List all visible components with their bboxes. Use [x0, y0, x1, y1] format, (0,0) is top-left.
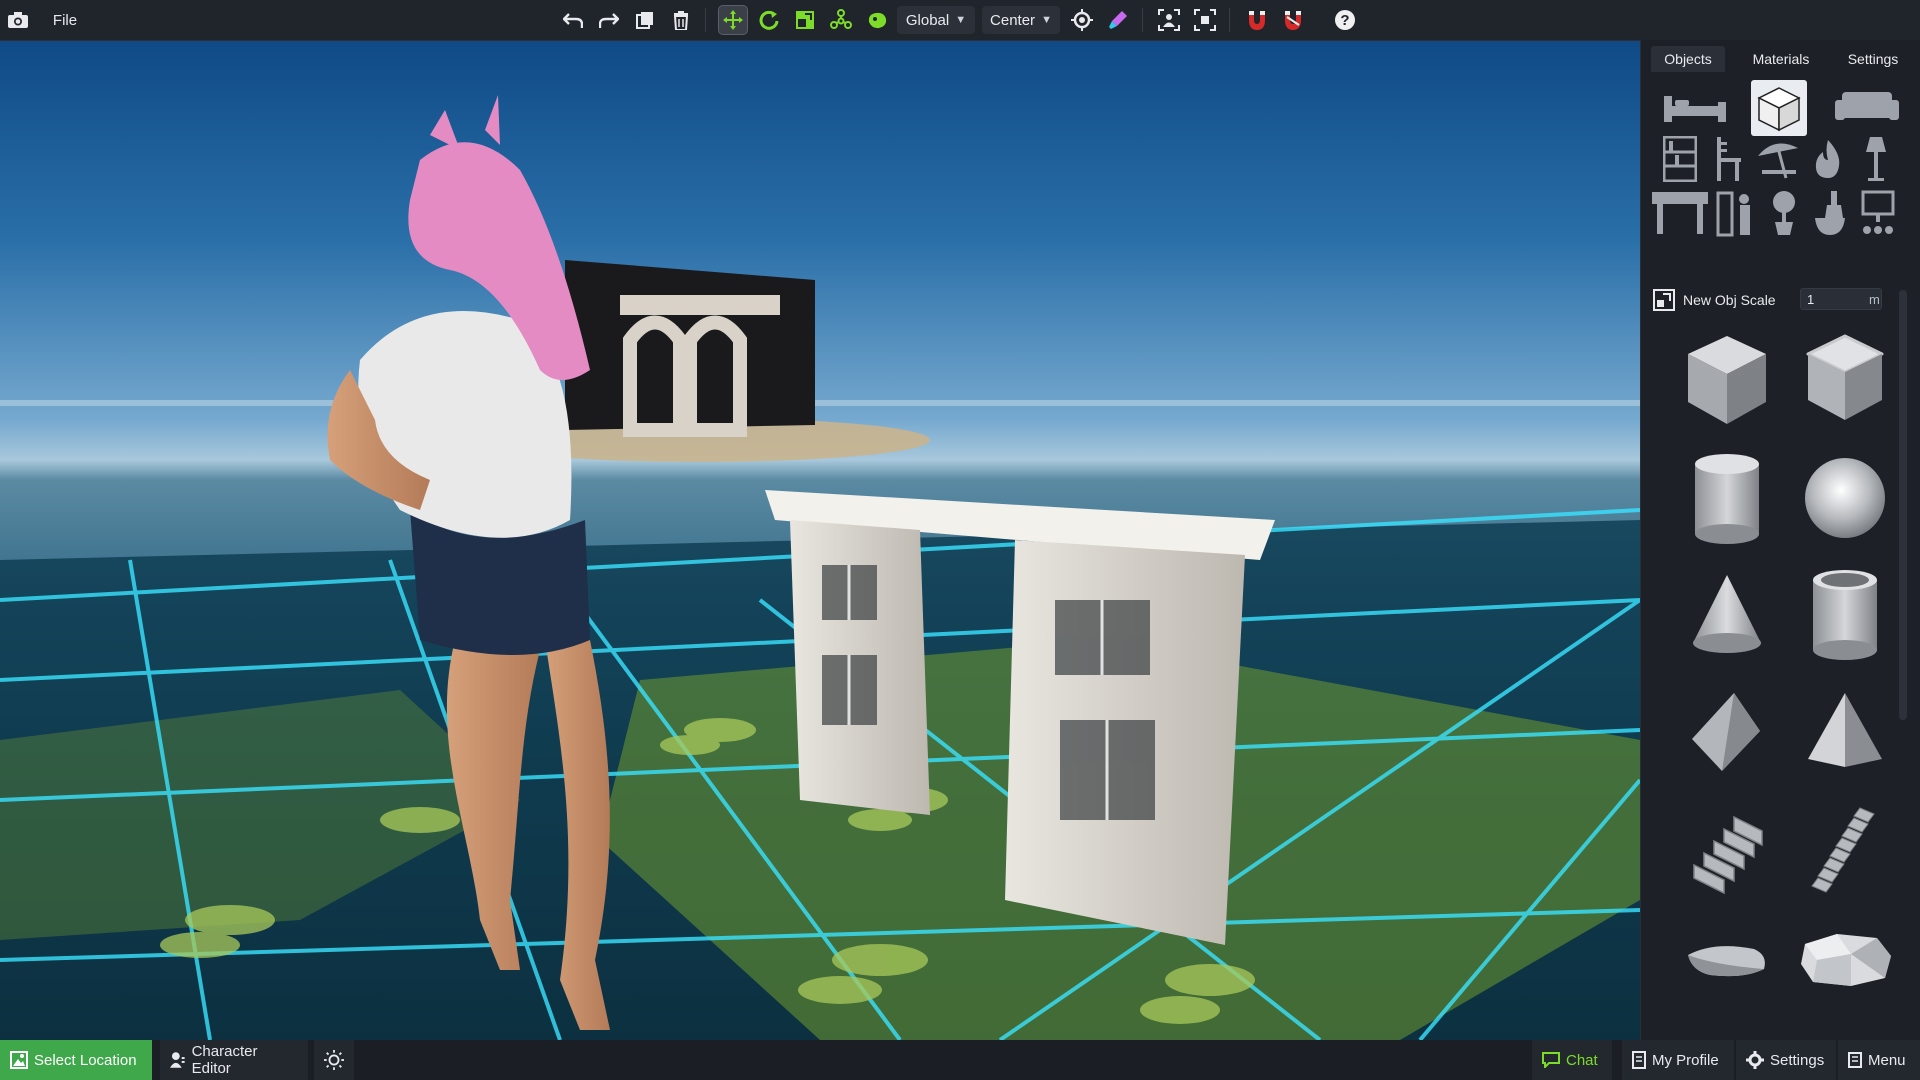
- shape-cube[interactable]: [1679, 332, 1775, 428]
- scale-icon: [1653, 289, 1675, 311]
- category-electronics-icon[interactable]: [1853, 190, 1903, 236]
- category-wardrobe-icon[interactable]: [1711, 190, 1761, 237]
- file-menu-label: File: [52, 11, 78, 29]
- pivot-mode-dropdown[interactable]: Center ▼: [982, 6, 1060, 34]
- undo-icon[interactable]: [559, 6, 587, 34]
- new-obj-scale-unit: m: [1869, 292, 1880, 307]
- space-mode-dropdown[interactable]: Global ▼: [897, 6, 975, 34]
- snap-icon[interactable]: [1068, 6, 1096, 34]
- shape-flat-stone[interactable]: [1679, 920, 1775, 1000]
- tab-objects[interactable]: Objects: [1651, 46, 1725, 72]
- panel-scrollbar[interactable]: [1899, 290, 1907, 720]
- shape-wedge[interactable]: [1679, 684, 1775, 780]
- top-toolbar: File Global ▼ Center ▼ ?: [0, 0, 1920, 41]
- shape-tube[interactable]: [1797, 566, 1893, 662]
- tab-settings-label: Settings: [1847, 51, 1899, 67]
- camera-icon[interactable]: [4, 6, 32, 34]
- my-profile-label: My Profile: [1652, 1051, 1719, 1069]
- chevron-down-icon: ▼: [1041, 14, 1052, 26]
- duplicate-icon[interactable]: [631, 6, 659, 34]
- shape-cylinder[interactable]: [1679, 450, 1775, 546]
- new-obj-scale-label: New Obj Scale: [1683, 292, 1776, 308]
- scene-render: [0, 95, 1640, 1040]
- pivot-mode-value: Center: [990, 11, 1036, 29]
- category-bed-icon[interactable]: [1659, 84, 1731, 130]
- category-table-icon[interactable]: [1651, 190, 1709, 236]
- my-profile-button[interactable]: My Profile: [1622, 1040, 1734, 1080]
- shape-pyramid[interactable]: [1797, 684, 1893, 780]
- category-chair-icon[interactable]: [1703, 136, 1753, 182]
- category-umbrella-icon[interactable]: [1753, 136, 1803, 182]
- category-lamp-icon[interactable]: [1851, 136, 1901, 182]
- 3d-viewport[interactable]: [0, 40, 1640, 1040]
- redo-icon[interactable]: [595, 6, 623, 34]
- character-editor-label: Character Editor: [191, 1043, 258, 1077]
- chat-button[interactable]: Chat: [1532, 1040, 1612, 1080]
- frame-icon[interactable]: [1191, 6, 1219, 34]
- category-sofa-icon[interactable]: [1831, 84, 1903, 130]
- lighting-toggle[interactable]: [314, 1040, 354, 1080]
- category-plant-icon[interactable]: [1759, 190, 1809, 236]
- delete-icon[interactable]: [667, 6, 695, 34]
- character-icon: [170, 1052, 185, 1068]
- help-icon[interactable]: ?: [1331, 6, 1359, 34]
- category-primitives-icon[interactable]: [1751, 80, 1807, 136]
- settings-button[interactable]: Settings: [1736, 1040, 1836, 1080]
- shape-sphere[interactable]: [1797, 450, 1893, 546]
- bottom-bar: Select Location Character Editor Chat My…: [0, 1040, 1920, 1080]
- rotate-icon[interactable]: [755, 6, 783, 34]
- chat-label: Chat: [1566, 1051, 1598, 1069]
- scale-icon[interactable]: [791, 6, 819, 34]
- menu-label: Menu: [1868, 1051, 1906, 1069]
- multi-select-icon[interactable]: [827, 6, 855, 34]
- category-kitchen-icon[interactable]: [1805, 190, 1855, 236]
- category-shelf-icon[interactable]: [1655, 136, 1705, 182]
- eyedropper-icon[interactable]: [1104, 6, 1132, 34]
- tab-materials[interactable]: Materials: [1741, 46, 1821, 72]
- shape-stairs[interactable]: [1679, 802, 1775, 898]
- space-mode-value: Global: [905, 11, 950, 29]
- category-fire-icon[interactable]: [1803, 136, 1853, 182]
- chat-icon: [1542, 1052, 1560, 1068]
- new-obj-scale-value: 1: [1807, 291, 1815, 307]
- magnet-off-icon[interactable]: [1279, 6, 1307, 34]
- focus-icon[interactable]: [1155, 6, 1183, 34]
- map-image-icon: [10, 1051, 28, 1069]
- select-location-button[interactable]: Select Location: [0, 1040, 152, 1080]
- tab-objects-label: Objects: [1664, 51, 1712, 67]
- character-editor-button[interactable]: Character Editor: [160, 1040, 308, 1080]
- tab-settings[interactable]: Settings: [1833, 46, 1913, 72]
- select-location-label: Select Location: [34, 1051, 137, 1069]
- sun-icon: [324, 1050, 344, 1070]
- file-menu[interactable]: File: [50, 6, 80, 34]
- profile-icon: [1632, 1051, 1646, 1069]
- chevron-down-icon: ▼: [955, 14, 967, 26]
- shape-cone[interactable]: [1679, 566, 1775, 662]
- menu-button[interactable]: Menu: [1838, 1040, 1920, 1080]
- shape-rock[interactable]: [1797, 920, 1893, 1000]
- objects-panel: Objects Materials Settings New Obj Scale…: [1640, 40, 1920, 1040]
- gear-icon: [1746, 1051, 1764, 1069]
- svg-text:?: ?: [1340, 12, 1349, 29]
- magnet-icon[interactable]: [1243, 6, 1271, 34]
- move-icon[interactable]: [718, 5, 748, 35]
- paint-icon[interactable]: [863, 6, 891, 34]
- menu-icon: [1848, 1052, 1862, 1068]
- shape-rounded-cube[interactable]: [1797, 332, 1893, 428]
- shape-spiral-stairs[interactable]: [1797, 802, 1893, 898]
- settings-label: Settings: [1770, 1051, 1825, 1069]
- tab-materials-label: Materials: [1752, 51, 1810, 67]
